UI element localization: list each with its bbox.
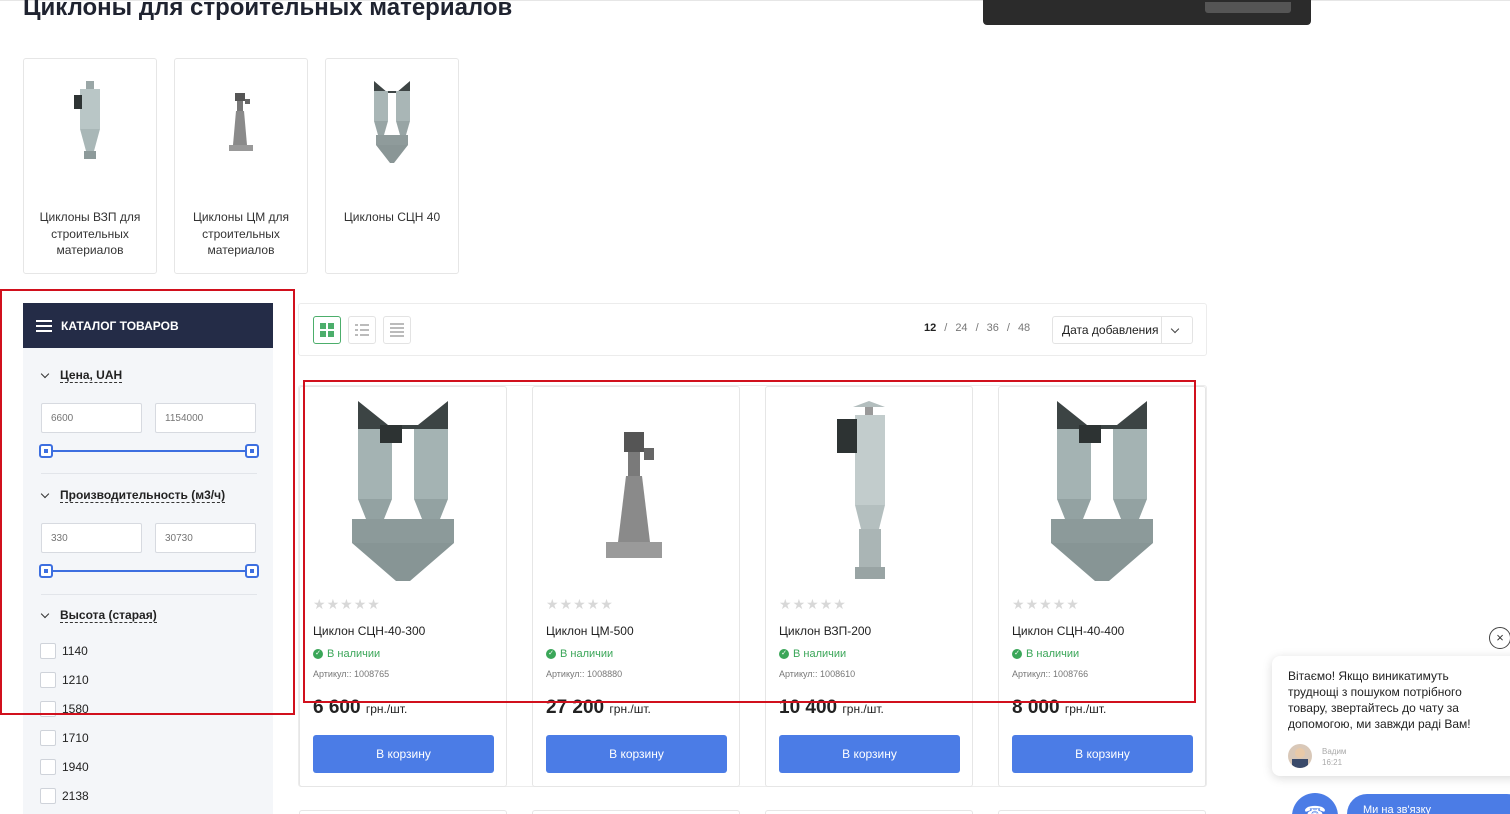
phone-call-button[interactable]: ☎ (1292, 793, 1338, 814)
subcategory-card-scn[interactable]: Циклоны СЦН 40 (325, 58, 459, 274)
per-page-48[interactable]: 48 (1018, 322, 1030, 334)
checkbox[interactable] (40, 758, 56, 775)
per-page-24[interactable]: 24 (955, 322, 967, 334)
product-card-next-row (299, 810, 507, 814)
subcategory-list: Циклоны ВЗП для строительных материалов … (23, 58, 459, 274)
sort-select[interactable]: Дата добавления (1052, 316, 1193, 344)
checkbox[interactable] (40, 787, 56, 804)
per-page-separator: / (944, 322, 948, 334)
subcategory-image-scn (326, 59, 458, 189)
chevron-down-icon (1170, 324, 1180, 334)
chat-message: Вітаємо! Якщо виникатиму­ть труднощі з п… (1288, 669, 1471, 731)
add-to-cart-button[interactable]: В корзину (1012, 735, 1193, 773)
height-option-label: 1940 (62, 759, 89, 774)
add-to-cart-button[interactable]: В корзину (546, 735, 727, 773)
product-card-next-row (998, 810, 1206, 814)
header-banner (983, 0, 1311, 25)
chat-bubble[interactable]: Вітаємо! Якщо виникатиму­ть труднощі з п… (1272, 656, 1510, 776)
product-price-unit: грн./шт. (842, 702, 884, 716)
sort-divider (1161, 317, 1162, 343)
height-option[interactable]: 2138 (23, 781, 273, 810)
compact-list-icon (390, 323, 404, 337)
phone-icon: ☎ (1303, 803, 1327, 814)
banner-tab (1205, 2, 1291, 13)
per-page-selector: 12 / 24 / 36 / 48 (924, 322, 1030, 334)
per-page-separator: / (1006, 322, 1010, 334)
add-to-cart-button[interactable]: В корзину (313, 735, 494, 773)
product-price-unit: грн./шт. (365, 702, 408, 716)
sort-selected: Дата добавления (1062, 323, 1159, 337)
height-option-label: 1710 (62, 730, 89, 745)
product-price-unit: грн./шт. (1064, 702, 1107, 716)
product-card-next-row (532, 810, 740, 814)
add-to-cart-button[interactable]: В корзину (779, 735, 960, 773)
checkbox[interactable] (40, 729, 56, 746)
catalog-toolbar: 12 / 24 / 36 / 48 Дата добавления (298, 303, 1207, 356)
height-option[interactable]: 1940 (23, 752, 273, 781)
subcategory-label: Циклоны СЦН 40 (343, 210, 441, 224)
compact-list-button[interactable] (383, 316, 411, 344)
subcategory-card-vzp[interactable]: Циклоны ВЗП для строительных материалов (23, 58, 157, 274)
subcategory-card-cm[interactable]: Циклоны ЦМ для строительных материалов (174, 58, 308, 274)
grid-view-button[interactable] (313, 316, 341, 344)
list-view-icon (355, 324, 369, 336)
subcategory-image-vzp (24, 59, 156, 189)
height-option[interactable]: 1710 (23, 723, 273, 752)
per-page-36[interactable]: 36 (987, 322, 999, 334)
chat-author-name: Вадим (1322, 747, 1347, 756)
subcategory-label: Циклоны ВЗП для строительных материалов (39, 210, 141, 257)
avatar (1288, 744, 1312, 768)
chat-time: 16:21 (1322, 758, 1343, 767)
subcategory-label: Циклоны ЦМ для строительных материалов (192, 210, 290, 257)
page-title: Циклоны для строительных материалов (23, 0, 513, 21)
subcategory-image-cm (175, 59, 307, 189)
per-page-12[interactable]: 12 (924, 322, 936, 334)
product-price-unit: грн./шт. (609, 702, 651, 716)
per-page-separator: / (975, 322, 979, 334)
list-view-button[interactable] (348, 316, 376, 344)
page: Циклоны для строительных материалов Цикл… (0, 0, 1510, 814)
highlight-box-sidebar (0, 289, 295, 715)
grid-view-icon (320, 323, 334, 337)
height-option-label: 2138 (62, 788, 89, 803)
chat-open-button[interactable]: Ми на зв'язку (1347, 794, 1510, 814)
chat-status-label: Ми на зв'язку (1363, 804, 1432, 814)
highlight-box-products (303, 380, 1196, 703)
chat-author: Вадим 16:21 (1322, 746, 1346, 768)
product-card-next-row (765, 810, 973, 814)
chat-close-button[interactable]: × (1489, 627, 1510, 649)
